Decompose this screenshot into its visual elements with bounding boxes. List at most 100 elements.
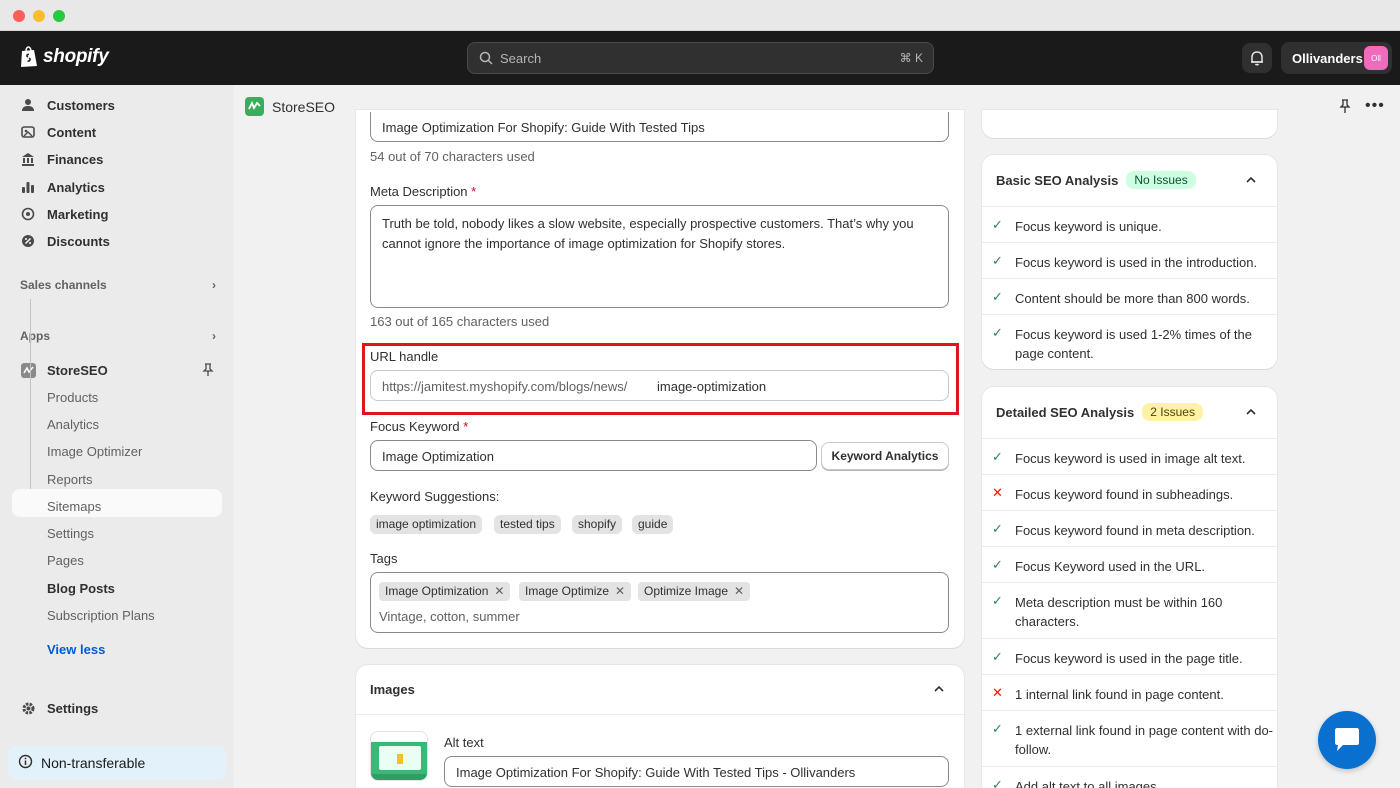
chevron-up-icon[interactable] [1245, 407, 1257, 417]
basic-seo-title: Basic SEO Analysis No Issues [996, 171, 1196, 189]
brand-name: shopify [43, 45, 109, 67]
alt-text-value: Image Optimization For Shopify: Guide Wi… [456, 765, 856, 780]
sidebar-item-customers[interactable]: Customers [12, 92, 222, 118]
keyword-suggestion-chip[interactable]: tested tips [494, 515, 561, 534]
sidebar-subitem-settings[interactable]: Settings [47, 526, 94, 541]
check-icon: ✓ [992, 777, 1003, 788]
alt-text-label: Alt text [444, 735, 484, 750]
top-bar: shopify Search ⌘ K Ollivanders Oll [0, 31, 1400, 85]
keyword-suggestion-chip[interactable]: image optimization [370, 515, 483, 534]
sidebar-item-settings[interactable]: Settings [12, 695, 222, 721]
active-item-background [12, 489, 222, 517]
remove-tag-icon[interactable]: ✕ [615, 584, 625, 598]
tag-chip[interactable]: Image Optimize ✕ [519, 582, 632, 601]
sidebar-section-sales-channels[interactable]: Sales channels › [20, 278, 216, 292]
sidebar-subitem-pages[interactable]: Pages [47, 553, 84, 568]
sidebar-item-analytics[interactable]: Analytics [12, 174, 222, 200]
check-icon: ✓ [992, 593, 1003, 608]
notifications-button[interactable] [1242, 43, 1272, 73]
status-badge: No Issues [1126, 171, 1196, 189]
chevron-up-icon[interactable] [933, 684, 945, 694]
store-avatar: Oll [1364, 46, 1388, 70]
live-chat-button[interactable] [1318, 711, 1376, 769]
sidebar-subitem-blog-posts[interactable]: Blog Posts [47, 581, 115, 596]
shopify-logo[interactable]: shopify [19, 45, 109, 68]
seo-check-row: ✕ Focus keyword found in subheadings. [982, 474, 1277, 510]
sidebar-subitem-reports[interactable]: Reports [47, 472, 93, 487]
check-icon: ✓ [992, 649, 1003, 664]
detailed-seo-title: Detailed SEO Analysis 2 Issues [996, 403, 1203, 421]
focus-keyword-input[interactable]: Image Optimization [370, 440, 817, 471]
bell-icon [1251, 51, 1263, 66]
sidebar-item-storeseo[interactable]: StoreSEO [12, 357, 222, 383]
sidebar-subitem-sitemaps[interactable]: Sitemaps [47, 499, 101, 514]
cross-icon: ✕ [992, 485, 1003, 500]
sidebar-subitem-subscription-plans[interactable]: Subscription Plans [47, 608, 155, 623]
store-menu-button[interactable]: Ollivanders Oll [1281, 42, 1392, 74]
chevron-up-icon[interactable] [1245, 175, 1257, 185]
seo-check-text: 1 external link found in page content wi… [1015, 723, 1274, 757]
app-title: StoreSEO [272, 99, 336, 115]
basic-seo-title-text: Basic SEO Analysis [996, 172, 1119, 188]
maximize-window-button[interactable] [53, 10, 65, 22]
seo-check-text: 1 internal link found in page content. [1015, 687, 1224, 702]
keyword-analytics-button[interactable]: Keyword Analytics [821, 442, 949, 470]
seo-check-row: ✓ Content should be more than 800 words. [982, 278, 1277, 314]
search-bar[interactable]: Search ⌘ K [467, 42, 934, 74]
required-marker: * [463, 419, 469, 434]
status-badge: 2 Issues [1142, 403, 1203, 421]
remove-tag-icon[interactable]: ✕ [734, 584, 744, 598]
keyword-suggestion-chip[interactable]: shopify [572, 515, 623, 534]
more-actions-icon[interactable]: ••• [1365, 97, 1385, 115]
sidebar-item-label: Customers [47, 97, 115, 113]
sidebar-item-finances[interactable]: Finances [12, 146, 222, 172]
store-name: Ollivanders [1292, 51, 1363, 66]
sidebar-item-content[interactable]: Content [12, 119, 222, 145]
alt-text-input[interactable]: Image Optimization For Shopify: Guide Wi… [444, 756, 949, 787]
check-icon: ✓ [992, 521, 1003, 536]
seo-check-text: Focus keyword is used in the introductio… [1015, 255, 1258, 270]
sidebar-item-discounts[interactable]: Discounts [12, 228, 222, 254]
seo-check-row: ✓ Focus keyword found in meta description… [982, 510, 1277, 546]
section-label: Apps [20, 329, 50, 343]
check-icon: ✓ [992, 217, 1003, 232]
close-window-button[interactable] [13, 10, 25, 22]
sidebar-item-label: Content [47, 124, 97, 140]
minimize-window-button[interactable] [33, 10, 45, 22]
divider [356, 714, 964, 715]
window-titlebar [0, 0, 1400, 31]
meta-title-input[interactable]: Image Optimization For Shopify: Guide Wi… [370, 112, 949, 142]
info-icon [18, 754, 33, 772]
sidebar-subitem-image-optimizer[interactable]: Image Optimizer [47, 444, 142, 459]
required-marker: * [471, 184, 477, 199]
pin-icon[interactable] [1339, 99, 1351, 114]
search-placeholder: Search [500, 51, 542, 66]
keyword-suggestion-chip[interactable]: guide [632, 515, 674, 534]
sidebar-item-label: StoreSEO [47, 362, 108, 378]
seo-check-row: ✓ Focus keyword is unique. [982, 206, 1277, 242]
meta-description-textarea[interactable]: Truth be told, nobody likes a slow websi… [370, 205, 949, 308]
chevron-right-icon: › [212, 329, 216, 343]
seo-check-text: Focus keyword is used in the page title. [1015, 651, 1243, 666]
meta-description-value: Truth be told, nobody likes a slow websi… [382, 216, 914, 251]
sidebar-item-marketing[interactable]: Marketing [12, 201, 222, 227]
image-thumbnail[interactable] [370, 731, 428, 781]
sidebar-subitem-products[interactable]: Products [47, 390, 98, 405]
seo-check-row: ✓ Focus keyword is used in image alt text… [982, 438, 1277, 474]
focus-keyword-label: Focus Keyword * [370, 419, 468, 434]
view-less-link[interactable]: View less [47, 642, 105, 657]
sidebar-section-apps[interactable]: Apps › [20, 329, 216, 343]
seo-check-text: Focus keyword is used in image alt text. [1015, 451, 1246, 466]
non-transferable-banner[interactable]: Non-transferable [8, 746, 226, 780]
tag-chip[interactable]: Image Optimization ✕ [379, 582, 511, 601]
remove-tag-icon[interactable]: ✕ [494, 584, 504, 598]
tag-chip[interactable]: Optimize Image ✕ [638, 582, 751, 601]
sidebar-subitem-analytics[interactable]: Analytics [47, 417, 99, 432]
tree-line [30, 299, 31, 503]
seo-check-row: ✓ Meta description must be within 160 cha… [982, 582, 1277, 638]
seo-check-row: ✓ Add alt text to all images. [982, 766, 1277, 788]
focus-keyword-label-text: Focus Keyword [370, 419, 460, 434]
seo-check-row: ✓ Focus Keyword used in the URL. [982, 546, 1277, 582]
pin-icon[interactable] [202, 363, 214, 377]
check-icon: ✓ [992, 289, 1003, 304]
